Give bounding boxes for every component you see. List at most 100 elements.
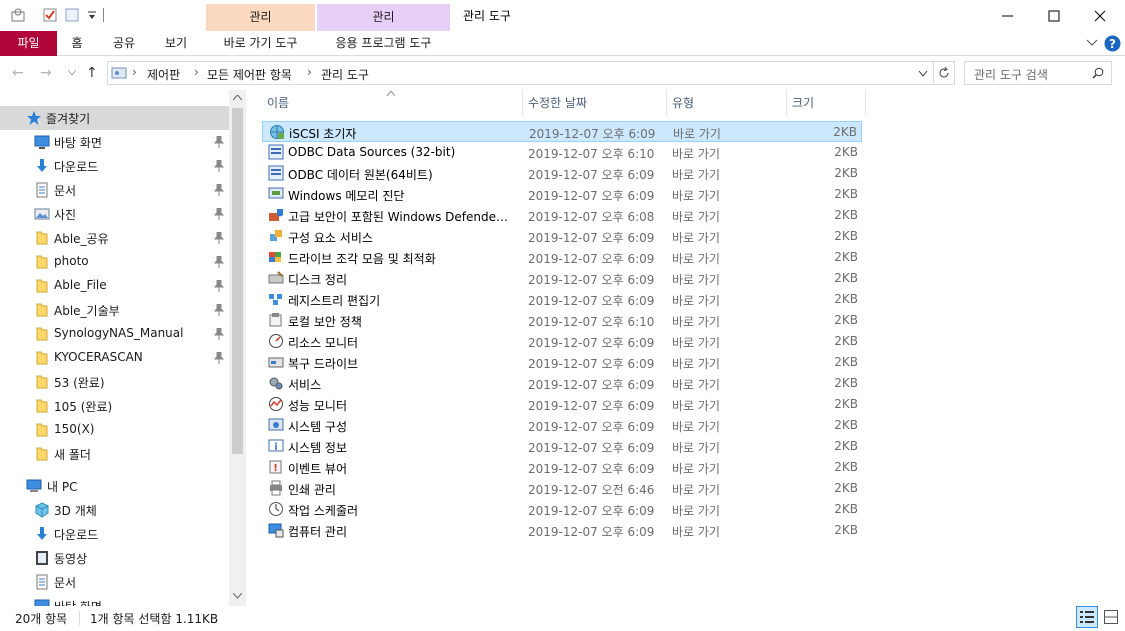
search-icon[interactable] xyxy=(1092,67,1104,79)
nav-item-label: 3D 개체 xyxy=(54,504,97,518)
nav-item[interactable]: KYOCERASCAN xyxy=(0,346,229,370)
nav-item-label: 53 (완료) xyxy=(54,376,105,390)
breadcrumb-admin-tools[interactable]: 관리 도구 xyxy=(321,66,369,83)
recent-locations-icon[interactable] xyxy=(68,70,76,76)
column-header-date[interactable]: 수정한 날짜 xyxy=(528,90,664,116)
column-header-type[interactable]: 유형 xyxy=(672,90,786,116)
ribbon-tabs: 파일 홈 공유 보기 바로 가기 도구 응용 프로그램 도구 ? xyxy=(0,31,1125,56)
nav-this-pc[interactable]: 내 PC xyxy=(0,474,229,498)
scroll-up-icon[interactable] xyxy=(233,95,242,101)
pin-icon xyxy=(214,184,224,196)
column-header-size[interactable]: 크기 xyxy=(792,90,864,116)
checklist-icon[interactable] xyxy=(42,7,58,23)
file-name: 복구 드라이브 xyxy=(288,357,359,371)
nav-item[interactable]: photo xyxy=(0,250,229,274)
up-arrow-icon[interactable]: ↑ xyxy=(86,65,98,81)
maximize-button[interactable] xyxy=(1031,0,1077,31)
details-view-button[interactable] xyxy=(1076,606,1098,628)
nav-scrollbar[interactable] xyxy=(229,90,246,606)
minimize-button[interactable] xyxy=(985,0,1031,31)
nav-item[interactable]: 사진 xyxy=(0,202,229,226)
nav-item[interactable]: 다운로드 xyxy=(0,154,229,178)
print-management-icon xyxy=(270,480,282,496)
search-box[interactable]: 관리 도구 검색 xyxy=(964,61,1112,85)
nav-item[interactable]: Able_기술부 xyxy=(0,298,229,322)
table-row[interactable]: ! 이벤트 뷰어 2019-12-07 오후 6:09 바로 가기 2KB xyxy=(262,457,862,478)
nav-item[interactable]: 바탕 화면 xyxy=(0,130,229,154)
large-icons-view-button[interactable] xyxy=(1100,606,1122,628)
tab-application-tools[interactable]: 응용 프로그램 도구 xyxy=(317,31,450,55)
nav-item[interactable]: 바탕 화면 xyxy=(0,594,229,606)
tab-home[interactable]: 홈 xyxy=(57,31,97,56)
column-divider[interactable] xyxy=(666,90,667,116)
help-icon[interactable]: ? xyxy=(1104,35,1121,52)
new-document-icon[interactable] xyxy=(64,7,80,23)
nav-item[interactable]: 새 폴더 xyxy=(0,442,229,466)
forward-arrow-icon[interactable]: → xyxy=(40,65,52,81)
table-row[interactable]: 리소스 모니터 2019-12-07 오후 6:09 바로 가기 2KB xyxy=(262,331,862,352)
breadcrumb-control-panel[interactable]: 제어판 xyxy=(147,66,180,83)
tab-file[interactable]: 파일 xyxy=(0,31,57,56)
registry-editor-icon xyxy=(269,294,282,305)
address-bar[interactable]: › 제어판 › 모든 제어판 항목 › 관리 도구 xyxy=(107,61,955,85)
table-row[interactable]: iSCSI 초기자 2019-12-07 오후 6:09 바로 가기 2KB xyxy=(262,121,862,142)
table-row[interactable]: 디스크 정리 2019-12-07 오후 6:09 바로 가기 2KB xyxy=(262,268,862,289)
tab-share[interactable]: 공유 xyxy=(100,31,148,56)
customize-toolbar-icon[interactable] xyxy=(84,7,100,23)
table-row[interactable]: ODBC 데이터 원본(64비트) 2019-12-07 오후 6:09 바로 가기… xyxy=(262,163,862,184)
nav-item[interactable]: 105 (완료) xyxy=(0,394,229,418)
qat-divider xyxy=(103,8,104,22)
table-row[interactable]: 구성 요소 서비스 2019-12-07 오후 6:09 바로 가기 2KB xyxy=(262,226,862,247)
nav-quick-access[interactable]: 즐겨찾기 xyxy=(0,106,229,130)
refresh-icon[interactable] xyxy=(937,66,951,80)
tab-view[interactable]: 보기 xyxy=(152,31,200,56)
folder-icon xyxy=(36,375,48,389)
nav-item[interactable]: 문서 xyxy=(0,570,229,594)
nav-item[interactable]: 다운로드 xyxy=(0,522,229,546)
properties-icon[interactable] xyxy=(10,7,26,23)
table-row[interactable]: 작업 스케줄러 2019-12-07 오후 6:09 바로 가기 2KB xyxy=(262,499,862,520)
address-dropdown-icon[interactable] xyxy=(918,70,928,78)
table-row[interactable]: 복구 드라이브 2019-12-07 오후 6:09 바로 가기 2KB xyxy=(262,352,862,373)
scroll-down-icon[interactable] xyxy=(233,593,242,599)
collapse-ribbon-icon[interactable] xyxy=(1086,38,1098,48)
search-input[interactable]: 관리 도구 검색 xyxy=(974,66,1048,83)
nav-item[interactable]: Able_File xyxy=(0,274,229,298)
nav-item[interactable]: 문서 xyxy=(0,178,229,202)
nav-item[interactable]: Able_공유 xyxy=(0,226,229,250)
file-date: 2019-12-07 오후 6:09 xyxy=(528,441,655,455)
column-divider[interactable] xyxy=(522,90,523,116)
nav-item[interactable]: SynologyNAS_Manual xyxy=(0,322,229,346)
nav-item[interactable]: 동영상 xyxy=(0,546,229,570)
tab-shortcut-tools[interactable]: 바로 가기 도구 xyxy=(206,31,315,55)
nav-scroll-thumb[interactable] xyxy=(232,108,243,454)
file-type: 바로 가기 xyxy=(672,189,720,203)
breadcrumb-all-items[interactable]: 모든 제어판 항목 xyxy=(207,66,292,83)
column-divider[interactable] xyxy=(865,90,866,116)
table-row[interactable]: 컴퓨터 관리 2019-12-07 오후 6:09 바로 가기 2KB xyxy=(262,520,862,541)
nav-item-label: 105 (완료) xyxy=(54,400,113,414)
table-row[interactable]: 인쇄 관리 2019-12-07 오전 6:46 바로 가기 2KB xyxy=(262,478,862,499)
table-row[interactable]: 로컬 보안 정책 2019-12-07 오후 6:10 바로 가기 2KB xyxy=(262,310,862,331)
table-row[interactable]: ODBC Data Sources (32-bit) 2019-12-07 오후 … xyxy=(262,142,862,163)
table-row[interactable]: 서비스 2019-12-07 오후 6:09 바로 가기 2KB xyxy=(262,373,862,394)
back-arrow-icon[interactable]: ← xyxy=(12,65,24,81)
document-icon xyxy=(36,574,48,590)
column-header-name[interactable]: 이름 xyxy=(267,90,517,116)
table-row[interactable]: 드라이브 조각 모음 및 최적화 2019-12-07 오후 6:09 바로 가기 2… xyxy=(262,247,862,268)
table-row[interactable]: 고급 보안이 포함된 Windows Defender ... 2019-12-0… xyxy=(262,205,862,226)
nav-item[interactable]: 3D 개체 xyxy=(0,498,229,522)
nav-item[interactable]: 150(X) xyxy=(0,418,229,442)
table-row[interactable]: Windows 메모리 진단 2019-12-07 오후 6:09 바로 가기 2KB xyxy=(262,184,862,205)
file-type: 바로 가기 xyxy=(672,315,720,329)
table-row[interactable]: 시스템 구성 2019-12-07 오후 6:09 바로 가기 2KB xyxy=(262,415,862,436)
table-row[interactable]: 레지스트리 편집기 2019-12-07 오후 6:09 바로 가기 2KB xyxy=(262,289,862,310)
file-date: 2019-12-07 오후 6:09 xyxy=(528,189,655,203)
file-date: 2019-12-07 오전 6:46 xyxy=(528,483,655,497)
table-row[interactable]: i 시스템 정보 2019-12-07 오후 6:09 바로 가기 2KB xyxy=(262,436,862,457)
close-button[interactable] xyxy=(1077,0,1123,31)
nav-item[interactable]: 53 (완료) xyxy=(0,370,229,394)
table-row[interactable]: 성능 모니터 2019-12-07 오후 6:09 바로 가기 2KB xyxy=(262,394,862,415)
column-divider[interactable] xyxy=(786,90,787,116)
file-size: 2KB xyxy=(834,355,858,369)
